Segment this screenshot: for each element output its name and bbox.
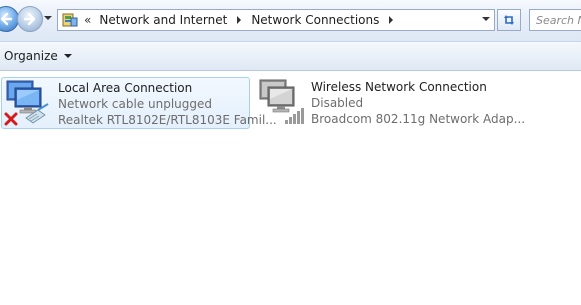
connection-text: Local Area Connection Network cable unpl… bbox=[58, 80, 277, 128]
connection-adapter: Broadcom 802.11g Network Adap... bbox=[311, 112, 526, 126]
forward-button[interactable] bbox=[17, 6, 43, 32]
connection-name: Local Area Connection bbox=[58, 81, 193, 95]
search-input[interactable]: Search N bbox=[529, 9, 581, 31]
control-panel-icon bbox=[62, 13, 78, 27]
organize-label: Organize bbox=[4, 49, 58, 63]
connection-adapter: Realtek RTL8102E/RTL8103E Famil... bbox=[58, 113, 277, 127]
list-item-local-area-connection[interactable]: Local Area Connection Network cable unpl… bbox=[1, 77, 277, 129]
address-bar[interactable]: « Network and Internet Network Connectio… bbox=[57, 9, 495, 31]
connections-list: Local Area Connection Network cable unpl… bbox=[0, 71, 581, 305]
refresh-button[interactable] bbox=[497, 9, 521, 31]
navigation-bar: « Network and Internet Network Connectio… bbox=[0, 0, 581, 42]
disconnected-x-icon bbox=[4, 112, 18, 126]
recent-pages-dropdown[interactable] bbox=[44, 16, 52, 20]
address-history-dropdown[interactable] bbox=[482, 17, 490, 21]
organize-button[interactable]: Organize bbox=[4, 48, 72, 64]
connection-name: Wireless Network Connection bbox=[311, 80, 487, 94]
breadcrumb-network-and-internet[interactable]: Network and Internet bbox=[95, 13, 231, 27]
list-item-wireless-network-connection[interactable]: Wireless Network Connection Disabled Bro… bbox=[255, 77, 525, 129]
command-bar: Organize bbox=[0, 42, 581, 71]
breadcrumb-network-connections[interactable]: Network Connections bbox=[247, 13, 383, 27]
connection-status: Network cable unplugged bbox=[58, 97, 213, 111]
back-arrow-icon bbox=[0, 12, 13, 26]
connection-text: Wireless Network Connection Disabled Bro… bbox=[311, 79, 525, 127]
breadcrumb-separator-arrow[interactable] bbox=[389, 16, 394, 24]
connection-status: Disabled bbox=[311, 96, 364, 110]
chevron-down-icon bbox=[63, 54, 72, 58]
refresh-icon bbox=[504, 15, 514, 25]
breadcrumb-separator-arrow[interactable] bbox=[237, 16, 242, 24]
breadcrumb-overflow[interactable]: « bbox=[84, 13, 91, 27]
forward-arrow-icon bbox=[23, 12, 36, 26]
wireless-network-disabled-icon bbox=[259, 79, 304, 124]
